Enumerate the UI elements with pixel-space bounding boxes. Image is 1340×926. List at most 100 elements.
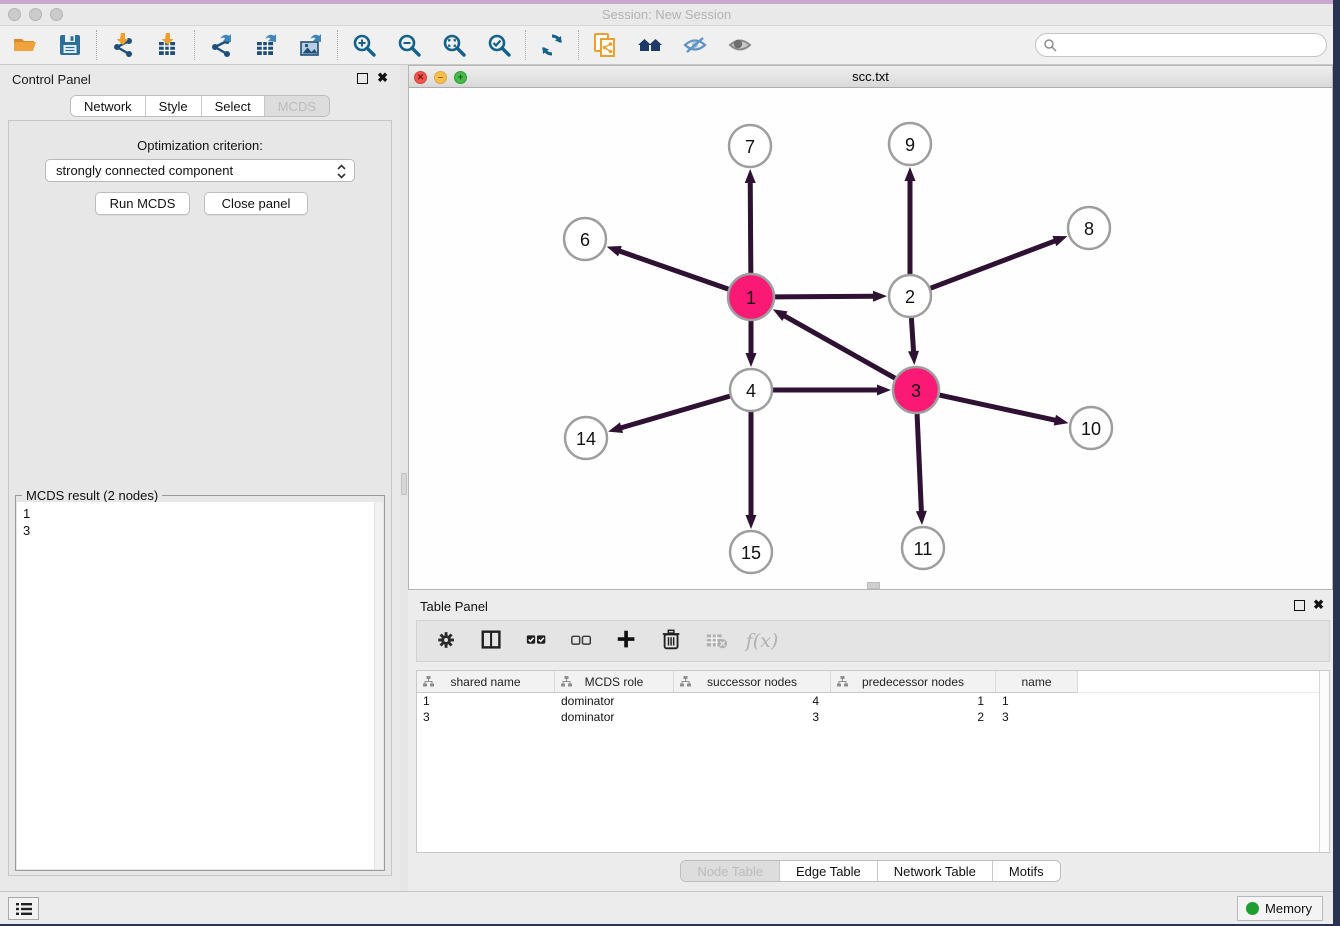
delete-column-button[interactable]: [658, 627, 686, 655]
zoom-fit-icon: [441, 32, 467, 58]
open-session-button[interactable]: [10, 30, 40, 60]
edge-1-6[interactable]: [618, 251, 728, 290]
network-window-title: scc.txt: [409, 69, 1332, 84]
hide-selected-button[interactable]: [680, 30, 710, 60]
table-cell[interactable]: 3: [996, 709, 1078, 725]
table-row[interactable]: 1dominator411: [417, 693, 1329, 709]
edge-arrowhead: [1054, 415, 1069, 426]
export-image-button[interactable]: [296, 30, 326, 60]
graph-node-label: 15: [741, 543, 761, 563]
splitter-handle[interactable]: [401, 473, 407, 495]
table-import-icon: [155, 32, 181, 58]
tab-node-table[interactable]: Node Table: [681, 861, 780, 881]
float-window-icon[interactable]: [1294, 600, 1305, 611]
float-window-icon[interactable]: [357, 73, 368, 84]
mcds-result-item: 3: [23, 522, 383, 539]
column-header-successor-nodes[interactable]: successor nodes: [674, 671, 831, 693]
search-icon: [1043, 38, 1057, 52]
folder-icon: [12, 32, 38, 58]
zoom-selected-icon: [486, 32, 512, 58]
import-table-button[interactable]: [153, 30, 183, 60]
table-cell[interactable]: dominator: [555, 693, 674, 709]
close-icon[interactable]: ✖: [377, 71, 388, 85]
table-scrollbar[interactable]: [1319, 671, 1329, 852]
edge-arrowhead: [916, 511, 927, 525]
table-cell[interactable]: 2: [831, 709, 996, 725]
toolbar-separator: [525, 30, 526, 60]
control-panel-tabs: NetworkStyleSelectMCDS: [70, 95, 330, 117]
toolbar-separator: [96, 30, 97, 60]
close-icon[interactable]: ✖: [1313, 598, 1324, 612]
function-icon: f(x): [746, 630, 779, 652]
tab-network[interactable]: Network: [71, 96, 146, 116]
select-all-columns-button[interactable]: [523, 627, 551, 655]
run-mcds-button[interactable]: Run MCDS: [95, 192, 190, 215]
edge-1-2[interactable]: [775, 296, 875, 297]
zoom-out-button[interactable]: [394, 30, 424, 60]
tab-style[interactable]: Style: [146, 96, 202, 116]
tab-select[interactable]: Select: [202, 96, 265, 116]
table-cell[interactable]: 1: [831, 693, 996, 709]
edge-2-3[interactable]: [911, 318, 913, 353]
mcds-result-scrollbar[interactable]: [374, 502, 383, 869]
table-cell[interactable]: 3: [417, 709, 555, 725]
tab-edge-table[interactable]: Edge Table: [780, 861, 878, 881]
table-cell[interactable]: 1: [996, 693, 1078, 709]
edge-arrowhead: [745, 169, 756, 183]
table-cell[interactable]: 1: [417, 693, 555, 709]
mcds-result-list: 13: [17, 502, 383, 869]
node-table: shared nameMCDS rolesuccessor nodesprede…: [416, 670, 1330, 853]
task-history-button[interactable]: [8, 897, 39, 920]
graph-node-label: 9: [905, 135, 915, 155]
zoom-in-button[interactable]: [349, 30, 379, 60]
save-session-button[interactable]: [55, 30, 85, 60]
edge-3-10[interactable]: [939, 395, 1056, 420]
search-box: [1035, 33, 1327, 57]
duplicate-network-button[interactable]: [590, 30, 620, 60]
edge-3-11[interactable]: [917, 414, 921, 513]
table-cell[interactable]: 3: [674, 709, 831, 725]
tab-mcds[interactable]: MCDS: [265, 96, 329, 116]
trash-icon: [660, 628, 684, 655]
network-hscroll-thumb[interactable]: [867, 582, 880, 589]
net-import-icon: [110, 32, 136, 58]
table-panel: Table Panel ✖ f(x) shared nameMCDS roles…: [408, 590, 1333, 891]
tab-network-table[interactable]: Network Table: [878, 861, 993, 881]
tab-motifs[interactable]: Motifs: [993, 861, 1060, 881]
table-body: 1dominator4113dominator323: [417, 693, 1329, 725]
refresh-button[interactable]: [537, 30, 567, 60]
search-input[interactable]: [1035, 33, 1327, 57]
column-header-predecessor-nodes[interactable]: predecessor nodes: [831, 671, 996, 693]
column-header-name[interactable]: name: [996, 671, 1078, 693]
add-column-button[interactable]: [613, 627, 641, 655]
toggle-panel-button[interactable]: [478, 627, 506, 655]
network-view-window: ✕ – + scc.txt 7968124314101511: [408, 65, 1333, 590]
column-header-shared-name[interactable]: shared name: [417, 671, 555, 693]
export-table-button[interactable]: [251, 30, 281, 60]
graph-node-label: 10: [1081, 419, 1101, 439]
edge-4-14[interactable]: [620, 396, 730, 428]
eye-slash-icon: [682, 32, 708, 58]
table-cell[interactable]: dominator: [555, 709, 674, 725]
zoom-fit-button[interactable]: [439, 30, 469, 60]
vertical-splitter[interactable]: [400, 65, 408, 891]
zoom-selected-button[interactable]: [484, 30, 514, 60]
deselect-all-columns-button[interactable]: [568, 627, 596, 655]
network-canvas[interactable]: 7968124314101511: [409, 88, 1332, 589]
show-hidden-button[interactable]: [725, 30, 755, 60]
import-network-button[interactable]: [108, 30, 138, 60]
table-row[interactable]: 3dominator323: [417, 709, 1329, 725]
memory-button[interactable]: Memory: [1237, 896, 1323, 921]
table-cell[interactable]: 4: [674, 693, 831, 709]
edge-2-8[interactable]: [931, 240, 1057, 288]
column-header-MCDS-role[interactable]: MCDS role: [555, 671, 674, 693]
graph-node-label: 2: [905, 287, 915, 307]
close-panel-button[interactable]: Close panel: [204, 192, 308, 215]
export-network-button[interactable]: [206, 30, 236, 60]
column-settings-button[interactable]: [433, 627, 461, 655]
edge-1-7[interactable]: [750, 181, 751, 273]
network-overview-button[interactable]: [635, 30, 665, 60]
edge-arrowhead: [877, 385, 891, 396]
optimization-criterion-select[interactable]: strongly connected component: [45, 159, 355, 182]
edge-3-1[interactable]: [783, 315, 895, 378]
